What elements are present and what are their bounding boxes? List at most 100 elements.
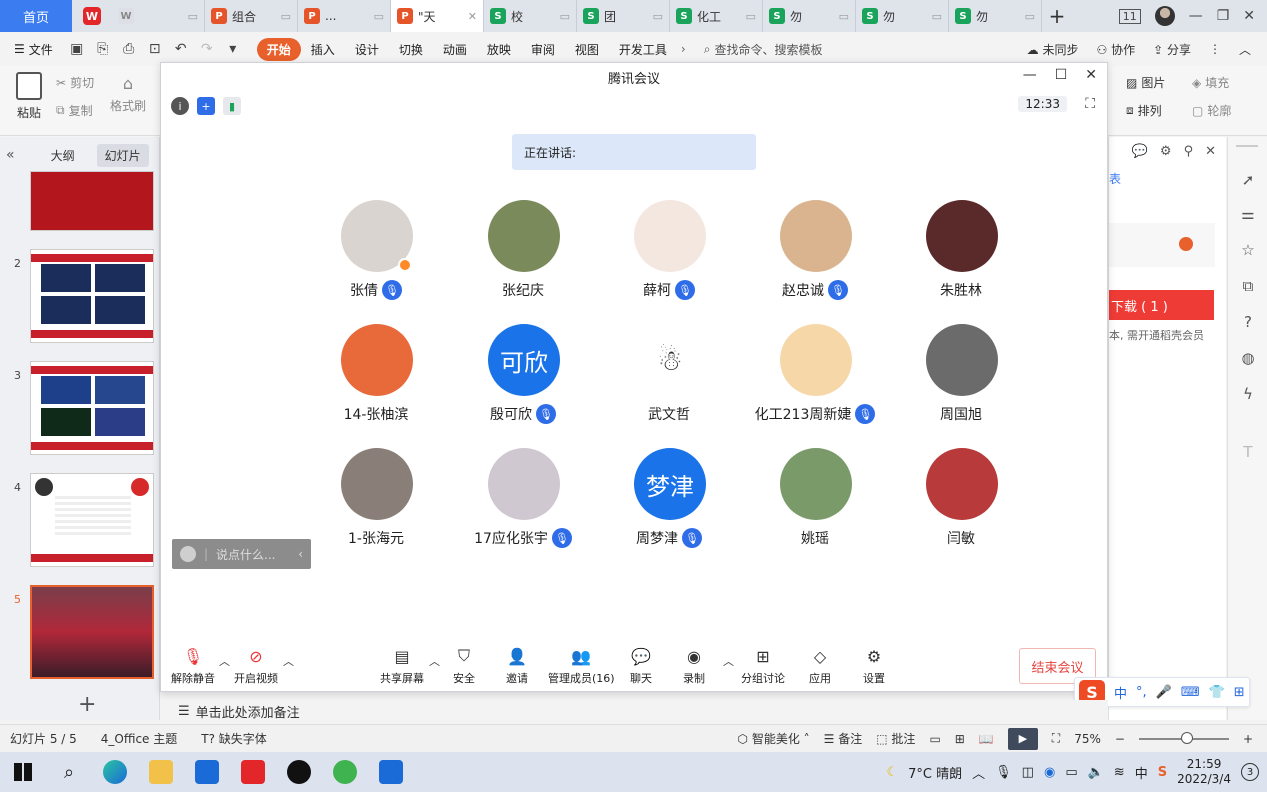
weather-icon[interactable]: ☾ — [887, 765, 899, 780]
clock[interactable]: 21:59 2022/3/4 — [1177, 757, 1231, 787]
wps-logo[interactable]: W — [72, 0, 112, 32]
play-slideshow-button[interactable]: ▶ — [1007, 727, 1038, 750]
menu-item[interactable]: 视图 — [565, 41, 609, 58]
menu-item[interactable]: 插入 — [301, 41, 345, 58]
new-tab-button[interactable]: + — [1042, 0, 1072, 32]
user-avatar[interactable] — [1154, 6, 1175, 26]
video-button[interactable]: ⊘ 开启视频 — [234, 645, 278, 686]
participant-tile[interactable]: 化工213周新婕 🎙 — [745, 324, 885, 424]
wps-taskbar-icon[interactable] — [230, 752, 276, 792]
record-button[interactable]: ◉ 录制 — [683, 645, 705, 686]
slide-thumbnail-3[interactable] — [30, 361, 154, 455]
star-icon[interactable]: ☆ — [1238, 241, 1258, 261]
monitor-icon[interactable]: ▭ — [281, 10, 291, 23]
apps-button[interactable]: ◇ 应用 — [809, 645, 831, 686]
zoom-slider[interactable] — [1138, 731, 1229, 744]
wifi-icon[interactable]: ≋ — [1114, 765, 1125, 780]
participant-tile[interactable]: 张纪庆 — [453, 200, 593, 300]
monitor-icon[interactable]: ▭ — [932, 10, 942, 23]
slide-thumbnail-5[interactable] — [30, 585, 154, 679]
windows-start-icon[interactable] — [0, 752, 46, 792]
participant-tile[interactable]: 朱胜林 — [891, 200, 1031, 300]
fit-window-icon[interactable]: ⛶ — [1052, 731, 1060, 746]
undo-icon[interactable]: ↶ — [171, 39, 191, 59]
unmute-button[interactable]: 🎙 解除静音 — [171, 645, 215, 686]
zoom-slider-knob[interactable] — [1180, 731, 1193, 744]
slide-thumbnail-1[interactable] — [30, 171, 154, 231]
browser-icon[interactable] — [322, 752, 368, 792]
copy-button[interactable]: ⧉ 复制 — [56, 102, 93, 119]
reading-view-icon[interactable]: 📖 — [979, 732, 994, 746]
participant-tile[interactable]: 可欣 殷可欣 🎙 — [453, 324, 593, 424]
gear-icon[interactable]: ⚙ — [1160, 144, 1172, 159]
bolt-icon[interactable]: ϟ — [1238, 385, 1258, 405]
cut-button[interactable]: ✂ 剪切 — [56, 74, 94, 91]
chevron-left-icon[interactable]: ‹ — [298, 547, 311, 561]
participant-tile[interactable]: 17应化张宇 🎙 — [453, 448, 593, 548]
outline-button[interactable]: ▢ 轮廓 — [1192, 102, 1231, 119]
zoom-in-icon[interactable]: + — [1243, 732, 1253, 746]
monitor-icon[interactable]: ▭ — [746, 10, 756, 23]
emoji-icon[interactable] — [180, 546, 196, 562]
chat-input[interactable]: | 说点什么... ‹ — [172, 539, 311, 569]
document-tab[interactable]: W ▭ — [112, 0, 205, 32]
keyboard-icon[interactable]: ⌨ — [1181, 685, 1200, 700]
camera-icon[interactable]: ◫ — [1022, 765, 1034, 780]
template-card[interactable] — [1109, 223, 1215, 267]
help-icon[interactable]: ? — [1238, 313, 1258, 333]
normal-view-icon[interactable]: ▭ — [929, 732, 940, 746]
document-tab[interactable]: P ... ▭ — [298, 0, 391, 32]
ime-language[interactable]: 中 — [1114, 683, 1127, 702]
participant-tile[interactable]: 闫敏 — [891, 448, 1031, 548]
qq-icon[interactable] — [276, 752, 322, 792]
close-tab-icon[interactable]: ✕ — [468, 10, 477, 23]
file-menu[interactable]: ☰ 文件 — [14, 41, 53, 58]
menu-item[interactable]: 设计 — [345, 41, 389, 58]
tencent-meeting-icon[interactable] — [368, 752, 414, 792]
info-icon[interactable]: i — [171, 97, 189, 115]
minimize-icon[interactable]: — — [1189, 8, 1203, 24]
beautify-button[interactable]: ⬡ 智能美化 ˄ — [738, 730, 810, 747]
mic-icon[interactable]: 🎤 — [1156, 685, 1172, 700]
document-tab[interactable]: S 勿 ▭ — [856, 0, 949, 32]
restore-icon[interactable]: ❐ — [1217, 8, 1230, 24]
zoom-out-icon[interactable]: − — [1115, 732, 1125, 746]
slide-thumbnail-4[interactable] — [30, 473, 154, 567]
chevron-up-icon[interactable]: ︿ — [972, 763, 985, 782]
paste-button[interactable]: 粘贴 — [16, 72, 42, 121]
format-painter-button[interactable]: ⌂ 格式刷 — [110, 74, 146, 114]
sliders-icon[interactable]: ⚌ — [1238, 205, 1258, 225]
chevron-up-icon[interactable]: ︿ — [219, 653, 230, 669]
ime-punctuation[interactable]: °, — [1136, 685, 1147, 700]
collapse-panel-icon[interactable]: « — [6, 147, 15, 163]
monitor-icon[interactable]: ▭ — [560, 10, 570, 23]
document-tab[interactable]: S 校 ▭ — [484, 0, 577, 32]
menu-item[interactable]: 开发工具 — [609, 41, 677, 58]
ime-indicator[interactable]: 中 — [1135, 763, 1148, 782]
manage-members-button[interactable]: 👥 管理成员(16) — [548, 645, 615, 686]
settings-button[interactable]: ⚙ 设置 — [863, 645, 885, 686]
add-slide-button[interactable]: + — [78, 692, 96, 717]
zoom-level[interactable]: 75% — [1074, 732, 1101, 746]
monitor-icon[interactable]: ▭ — [374, 10, 384, 23]
battery-icon[interactable]: ▭ — [1065, 765, 1077, 780]
preview-icon[interactable]: ⊡ — [145, 39, 165, 59]
export-pdf-icon[interactable]: ⎘ — [93, 39, 113, 59]
participant-tile[interactable]: 14-张柚滨 — [306, 324, 446, 424]
chevron-up-icon[interactable]: ︿ — [723, 653, 734, 669]
collab-button[interactable]: ⚇ 协作 — [1097, 41, 1136, 58]
store-icon[interactable] — [184, 752, 230, 792]
grid-view-icon[interactable]: ⊞ — [955, 732, 965, 746]
tab-slides[interactable]: 幻灯片 — [96, 143, 149, 167]
participant-tile[interactable]: ☃ 武文哲 — [599, 324, 739, 424]
chevron-up-icon[interactable]: ︿ — [429, 653, 440, 669]
monitor-icon[interactable]: ▭ — [1025, 10, 1035, 23]
collapse-ribbon-icon[interactable]: ︿ — [1239, 41, 1251, 58]
menu-item[interactable]: 放映 — [477, 41, 521, 58]
tab-outline[interactable]: 大纲 — [43, 144, 83, 167]
participant-tile[interactable]: 周国旭 — [891, 324, 1031, 424]
redo-icon[interactable]: ↷ — [197, 39, 217, 59]
theme-name[interactable]: 4_Office 主题 — [101, 730, 177, 747]
comments-button[interactable]: ⬚ 批注 — [876, 730, 915, 747]
command-search[interactable]: ⌕ 查找命令、搜索模板 — [704, 41, 823, 58]
